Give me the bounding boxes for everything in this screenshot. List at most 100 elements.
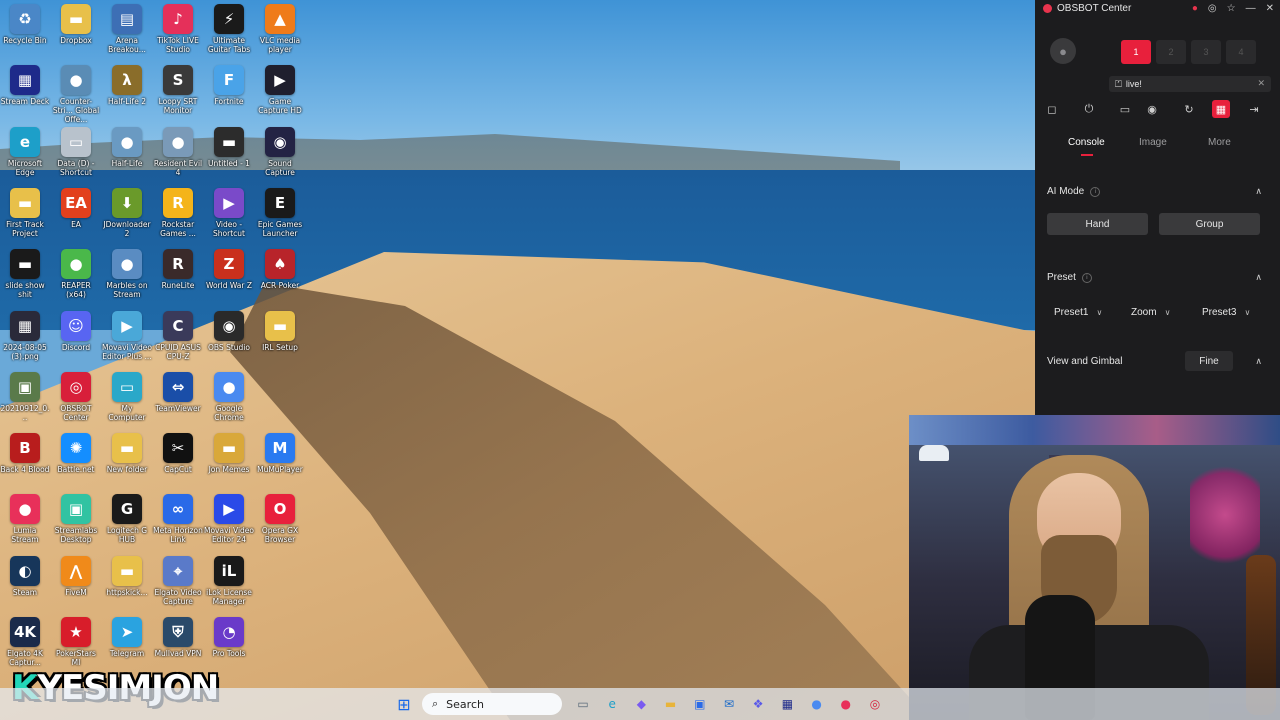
desktop-icon[interactable]: ◉ Sound Capture	[255, 126, 305, 177]
desktop-icon[interactable]: B Back 4 Blood	[0, 433, 50, 474]
desktop-icon[interactable]: ▶ Video - Shortcut	[204, 187, 254, 238]
desktop-icon[interactable]: ● Marbles on Stream	[102, 249, 152, 299]
desktop-icon[interactable]: ▭ Data (D) - Shortcut	[51, 126, 101, 177]
desktop-icon[interactable]: ⇔ TeamViewer	[153, 371, 203, 413]
snapshot-icon[interactable]: ◻	[1043, 100, 1061, 118]
desktop-icon[interactable]: ▬ slide show shit	[0, 249, 50, 299]
teams-icon[interactable]: ❖	[748, 694, 768, 714]
mail-icon[interactable]: ✉	[719, 694, 739, 714]
fine-mode-button[interactable]: Fine	[1185, 351, 1233, 371]
camera-slot-1[interactable]: 1	[1121, 40, 1151, 64]
desktop-icon[interactable]: ⚡ Ultimate Guitar Tabs	[204, 4, 254, 54]
desktop-icon[interactable]: λ Half-Life 2	[102, 65, 152, 106]
view-gimbal-collapse-icon[interactable]: ∧	[1255, 356, 1262, 367]
desktop-icon[interactable]: ● Half-Life	[102, 126, 152, 168]
desktop-icon[interactable]: ♪ TikTok LIVE Studio	[153, 4, 203, 54]
desktop-icon[interactable]: EA EA	[51, 187, 101, 229]
desktop-icon[interactable]: S Loopy SRT Monitor	[153, 65, 203, 115]
desktop-icon[interactable]: E Epic Games Launcher	[255, 187, 305, 238]
desktop-icon[interactable]: ◎ OBSBOT Center	[51, 371, 101, 422]
desktop-icon[interactable]: F Fortnite	[204, 65, 254, 106]
lumia-icon[interactable]: ●	[836, 694, 856, 714]
desktop-icon[interactable]: R RuneLite	[153, 249, 203, 290]
minimize-icon[interactable]: —	[1246, 3, 1256, 14]
camera-slot-3[interactable]: 3	[1191, 40, 1221, 64]
obsbot-icon[interactable]: ◎	[865, 694, 885, 714]
preset-collapse-icon[interactable]: ∧	[1255, 272, 1262, 283]
pin-icon[interactable]: ☆	[1227, 3, 1236, 14]
record-indicator-icon[interactable]: ●	[1192, 3, 1198, 14]
desktop-icon[interactable]: ▶ Game Capture HD	[255, 65, 305, 115]
store-icon[interactable]: ▣	[690, 694, 710, 714]
desktop-icon[interactable]: G Logitech G HUB	[102, 494, 152, 544]
camera-slot-4[interactable]: 4	[1226, 40, 1256, 64]
desktop-icon[interactable]: ◉ OBS Studio	[204, 310, 254, 352]
info-icon[interactable]: i	[1081, 272, 1092, 283]
close-icon[interactable]: ✕	[1266, 3, 1274, 14]
desktop-icon[interactable]: ▬ IRL Setup	[255, 310, 305, 352]
desktop-icon[interactable]: ♠ ACR Poker	[255, 249, 305, 290]
tab-more[interactable]: More	[1208, 137, 1231, 148]
file-explorer-icon[interactable]: ▬	[661, 694, 681, 714]
chrome-icon[interactable]: ●	[807, 694, 827, 714]
reset-icon[interactable]: ↻	[1180, 100, 1198, 118]
desktop-icon[interactable]: ▤ Arena Breakou...	[102, 4, 152, 54]
preset-dropdown-3[interactable]: Preset3 ∨	[1202, 302, 1250, 322]
expand-icon[interactable]: ⇥	[1245, 100, 1263, 118]
desktop-icon[interactable]: ● Counter-Stri... Global Offe...	[51, 65, 101, 124]
desktop-icon[interactable]: ● Google Chrome	[204, 371, 254, 422]
desktop-icon[interactable]: ▬ httpskick...	[102, 555, 152, 597]
ai-mode-collapse-icon[interactable]: ∧	[1255, 186, 1262, 197]
desktop-icon[interactable]: ⬇ JDownloader 2	[102, 187, 152, 238]
desktop-icon[interactable]: C CPUID ASUS CPU-Z	[153, 310, 203, 361]
desktop-icon[interactable]: ▶ Movavi Video Editor Plus ...	[102, 310, 152, 361]
desktop-icon[interactable]: ▬ New folder	[102, 433, 152, 474]
desktop-icon[interactable]: ✂ CapCut	[153, 433, 203, 474]
camera-slot-2[interactable]: 2	[1156, 40, 1186, 64]
desktop-icon[interactable]: ⌖ Elgato Video Capture	[153, 555, 203, 606]
desktop-icon[interactable]: ▬ Jon Memes	[204, 433, 254, 474]
desktop-icon[interactable]: ⋀ FiveM	[51, 555, 101, 597]
desktop-icon[interactable]: R Rockstar Games ...	[153, 187, 203, 238]
preset-dropdown-1[interactable]: Preset1 ∨	[1054, 302, 1102, 322]
desktop-icon[interactable]: ▬ First Track Project	[0, 187, 50, 238]
group-mode-button[interactable]: Group	[1159, 213, 1260, 235]
tab-image[interactable]: Image	[1139, 137, 1167, 148]
desktop-icon[interactable]: ☺ Discord	[51, 310, 101, 352]
desktop-icon[interactable]: ⛨ Mullvad VPN	[153, 617, 203, 658]
info-icon[interactable]: i	[1090, 186, 1101, 197]
zoom-dropdown[interactable]: Zoom ∨	[1131, 302, 1170, 322]
desktop-icon[interactable]: ▭ My Computer	[102, 371, 152, 422]
desktop-icon[interactable]: ▦ Stream Deck	[0, 65, 50, 106]
privacy-mode-icon[interactable]: ▦	[1212, 100, 1230, 118]
search-input[interactable]: ⌕ Search	[422, 693, 562, 715]
desktop-icon[interactable]: ▦ 2024-08-05 (3).png	[0, 310, 50, 361]
dismiss-icon[interactable]: ✕	[1257, 78, 1265, 89]
task-view-icon[interactable]: ▭	[573, 694, 593, 714]
desktop-icon[interactable]: ▣ 20210912_0...	[0, 371, 50, 422]
tab-console[interactable]: Console	[1068, 137, 1105, 148]
edge-icon[interactable]: e	[602, 694, 622, 714]
desktop-icon[interactable]: 4K Elgato 4K Captur...	[0, 617, 50, 667]
desktop-icon[interactable]: Z World War Z	[204, 249, 254, 290]
desktop-icon[interactable]: M MuMuPlayer	[255, 433, 305, 474]
start-icon[interactable]: ⊞	[394, 694, 414, 714]
desktop-icon[interactable]: O Opera GX Browser	[255, 494, 305, 544]
desktop-icon[interactable]: ✺ Battle.net	[51, 433, 101, 474]
desktop-icon[interactable]: ➤ Telegram	[102, 617, 152, 658]
desktop-icon[interactable]: ▲ VLC media player	[255, 4, 305, 54]
power-icon[interactable]: ⏻	[1080, 100, 1098, 118]
stream-deck-icon[interactable]: ▦	[777, 694, 797, 714]
desktop-icon[interactable]: ● Resident Evil 4	[153, 126, 203, 177]
device-name-bar[interactable]: ⏍ live! ✕	[1109, 76, 1271, 92]
desktop-icon[interactable]: e Microsoft Edge	[0, 126, 50, 177]
desktop-icon[interactable]: ∞ Meta Horizon Link	[153, 494, 203, 544]
hand-mode-button[interactable]: Hand	[1047, 213, 1148, 235]
desktop-icon[interactable]: ● Lumia Stream	[0, 494, 50, 544]
desktop-icon[interactable]: iL iLok License Manager	[204, 555, 254, 606]
desktop-icon[interactable]: ▬ Dropbox	[51, 4, 101, 45]
desktop-icon[interactable]: ♻ Recycle Bin	[0, 4, 50, 45]
desktop-icon[interactable]: ◐ Steam	[0, 555, 50, 597]
desktop-icon[interactable]: ★ PokerStars MI	[51, 617, 101, 667]
desktop-icon[interactable]: ▬ Untitled - 1	[204, 126, 254, 168]
